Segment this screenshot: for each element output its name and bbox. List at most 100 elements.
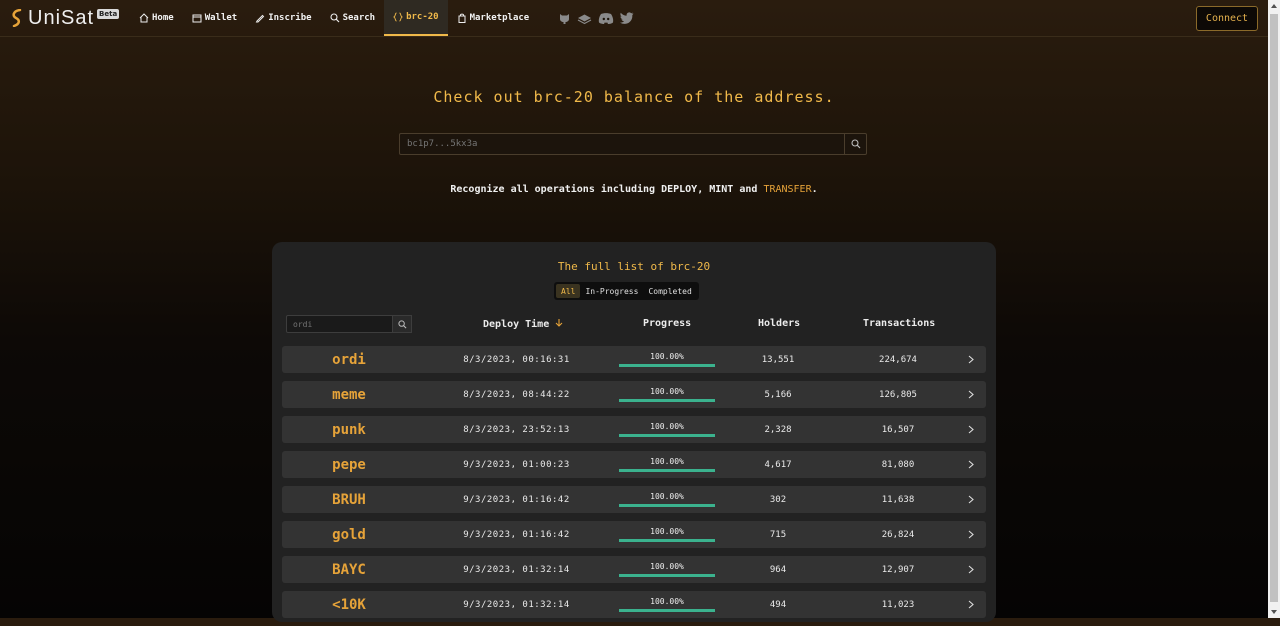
nav-home-label: Home: [152, 13, 174, 23]
address-search-button[interactable]: [845, 133, 867, 155]
progress-bar: [619, 364, 715, 367]
table-row[interactable]: BAYC 9/3/2023, 01:32:14 100.00% 964 12,9…: [282, 556, 986, 583]
holders-count: 302: [769, 494, 787, 505]
address-search: [399, 133, 867, 155]
progress-label: 100.00%: [650, 422, 684, 431]
nav-home[interactable]: Home: [130, 0, 183, 36]
home-icon: [139, 13, 149, 23]
scroll-up-arrow-icon[interactable]: [1271, 4, 1277, 8]
chevron-right-icon[interactable]: [964, 591, 978, 618]
gitbook-icon[interactable]: [577, 12, 592, 25]
table-row[interactable]: ordi 8/3/2023, 00:16:31 100.00% 13,551 2…: [282, 346, 986, 373]
progress-fill: [619, 469, 715, 472]
progress-label: 100.00%: [650, 562, 684, 571]
deploy-time: 8/3/2023, 08:44:22: [463, 389, 570, 400]
deploy-time: 9/3/2023, 01:32:14: [463, 564, 570, 575]
brand-name: UniSat: [28, 6, 95, 29]
table-row[interactable]: pepe 9/3/2023, 01:00:23 100.00% 4,617 81…: [282, 451, 986, 478]
progress-label: 100.00%: [650, 352, 684, 361]
ticker-name[interactable]: <10K: [282, 591, 416, 618]
header-deploy-time[interactable]: Deploy Time: [483, 318, 563, 330]
deploy-time: 8/3/2023, 00:16:31: [463, 354, 570, 365]
progress-fill: [619, 504, 715, 507]
table-row[interactable]: <10K 9/3/2023, 01:32:14 100.00% 494 11,0…: [282, 591, 986, 618]
token-rows: ordi 8/3/2023, 00:16:31 100.00% 13,551 2…: [282, 346, 986, 626]
progress-bar: [619, 434, 715, 437]
connect-button[interactable]: Connect: [1196, 6, 1258, 31]
ticker-filter: [286, 315, 412, 333]
progress-cell: 100.00%: [619, 556, 715, 583]
progress-cell: 100.00%: [619, 486, 715, 513]
table-row[interactable]: punk 8/3/2023, 23:52:13 100.00% 2,328 16…: [282, 416, 986, 443]
nav-inscribe[interactable]: Inscribe: [246, 0, 320, 36]
hero-title: Check out brc-20 balance of the address.: [433, 88, 835, 106]
tab-all[interactable]: All: [556, 284, 581, 298]
chevron-right-icon[interactable]: [964, 451, 978, 478]
progress-fill: [619, 434, 715, 437]
holders-count: 13,551: [761, 354, 795, 365]
chevron-right-icon[interactable]: [964, 556, 978, 583]
progress-label: 100.00%: [650, 527, 684, 536]
progress-label: 100.00%: [650, 597, 684, 606]
operations-note-text: Recognize all operations including DEPLO…: [450, 184, 764, 195]
header-progress: Progress: [643, 318, 692, 329]
discord-icon[interactable]: [598, 12, 614, 25]
table-row[interactable]: BRUH 9/3/2023, 01:16:42 100.00% 302 11,6…: [282, 486, 986, 513]
nav-marketplace[interactable]: Marketplace: [448, 0, 539, 36]
progress-bar: [619, 574, 715, 577]
progress-cell: 100.00%: [619, 381, 715, 408]
table-row[interactable]: meme 8/3/2023, 08:44:22 100.00% 5,166 12…: [282, 381, 986, 408]
ticker-name[interactable]: meme: [282, 381, 416, 408]
search-icon: [850, 139, 860, 149]
ticker-name[interactable]: gold: [282, 521, 416, 548]
transactions-count: 12,907: [881, 564, 915, 575]
progress-bar: [619, 609, 715, 612]
github-icon[interactable]: [558, 12, 571, 25]
transactions-count: 81,080: [881, 459, 915, 470]
scroll-down-arrow-icon[interactable]: [1271, 610, 1277, 614]
chevron-right-icon[interactable]: [964, 346, 978, 373]
ticker-filter-button[interactable]: [393, 315, 412, 333]
nav-wallet[interactable]: Wallet: [183, 0, 247, 36]
transactions-count: 11,638: [881, 494, 915, 505]
brand-logo[interactable]: UniSat Beta: [10, 7, 130, 30]
table-row[interactable]: gold 9/3/2023, 01:16:42 100.00% 715 26,8…: [282, 521, 986, 548]
chevron-right-icon[interactable]: [964, 381, 978, 408]
header-transactions: Transactions: [863, 318, 936, 329]
progress-bar: [619, 539, 715, 542]
nav-search-label: Search: [342, 13, 376, 23]
beta-badge: Beta: [97, 8, 120, 19]
page-scrollbar[interactable]: [1268, 0, 1280, 618]
holders-count: 2,328: [764, 424, 792, 435]
transactions-count: 11,023: [881, 599, 915, 610]
pencil-icon: [255, 14, 265, 23]
progress-label: 100.00%: [650, 387, 684, 396]
twitter-icon[interactable]: [620, 12, 634, 24]
tab-in-progress[interactable]: In-Progress: [580, 284, 643, 298]
chevron-right-icon[interactable]: [964, 416, 978, 443]
ticker-filter-input[interactable]: [286, 315, 393, 333]
deploy-time: 8/3/2023, 23:52:13: [463, 424, 570, 435]
ticker-name[interactable]: BAYC: [282, 556, 416, 583]
header-holders: Holders: [758, 318, 801, 329]
progress-label: 100.00%: [650, 492, 684, 501]
deploy-time: 9/3/2023, 01:16:42: [463, 494, 570, 505]
search-icon: [397, 319, 406, 328]
nav-search[interactable]: Search: [321, 0, 385, 36]
chevron-right-icon[interactable]: [964, 486, 978, 513]
ticker-name[interactable]: ordi: [282, 346, 416, 373]
ticker-name[interactable]: pepe: [282, 451, 416, 478]
holders-count: 5,166: [764, 389, 792, 400]
nav-brc20-label: brc-20: [406, 12, 439, 22]
ticker-name[interactable]: punk: [282, 416, 416, 443]
operations-note-end: .: [811, 184, 818, 195]
chevron-right-icon[interactable]: [964, 521, 978, 548]
progress-cell: 100.00%: [619, 346, 715, 373]
address-search-input[interactable]: [399, 133, 845, 155]
scroll-thumb[interactable]: [1270, 14, 1278, 602]
nav-brc20[interactable]: brc-20: [384, 0, 448, 36]
ticker-name[interactable]: BRUH: [282, 486, 416, 513]
progress-cell: 100.00%: [619, 521, 715, 548]
nav-wallet-label: Wallet: [204, 13, 238, 23]
tab-completed[interactable]: Completed: [643, 284, 696, 298]
